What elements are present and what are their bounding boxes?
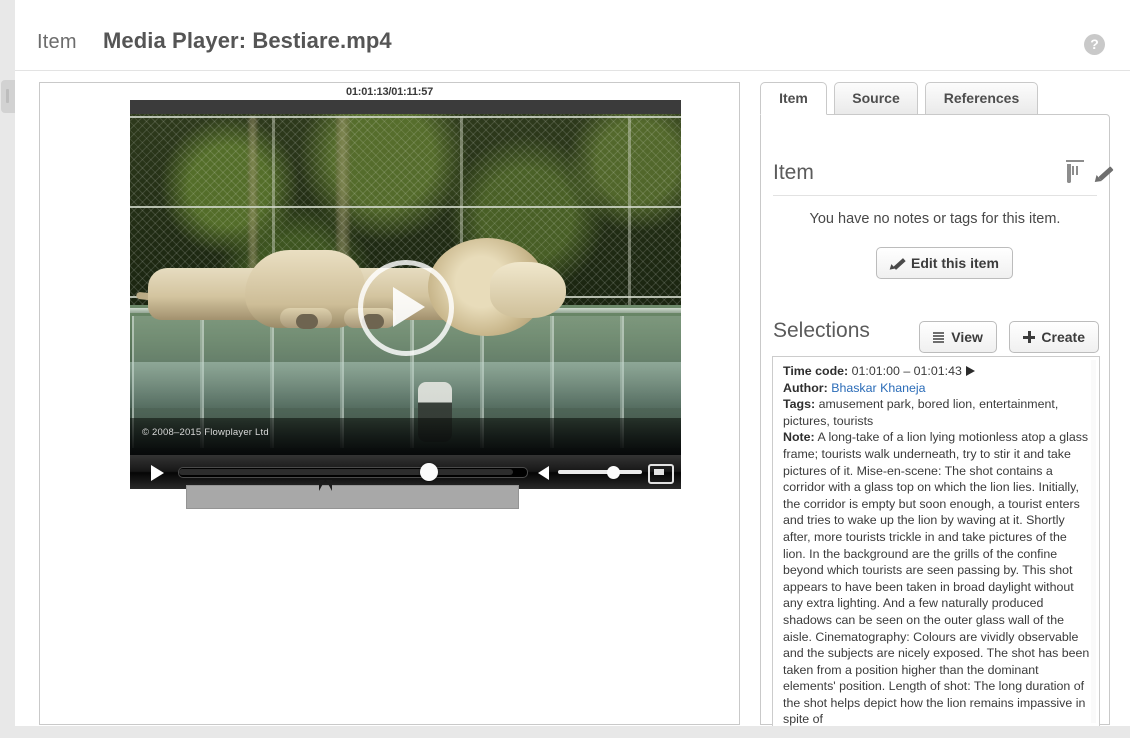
play-selection-icon[interactable] <box>965 366 975 376</box>
tab-panel-item: Item You have no notes or tags for this … <box>760 114 1110 726</box>
right-panel: Item Source References Item You have no … <box>760 82 1110 726</box>
timeline-cursor[interactable] <box>319 480 332 493</box>
tags-value: amusement park, bored lion, entertainmen… <box>783 397 1059 428</box>
item-header-actions <box>1047 164 1095 183</box>
selections-actions: View Create <box>911 321 1099 353</box>
video-stage[interactable]: © 2008–2015 Flowplayer Ltd <box>130 100 681 455</box>
selection-timecode-line: Time code: 01:01:00 – 01:01:43 <box>783 363 1090 380</box>
note-value: A long-take of a lion lying motionless a… <box>783 430 1090 726</box>
selection-entry[interactable]: Time code: 01:01:00 – 01:01:43 Author: B… <box>772 356 1100 726</box>
tab-source[interactable]: Source <box>834 82 918 115</box>
volume-handle[interactable] <box>607 466 620 479</box>
selection-author-line: Author: Bhaskar Khaneja <box>783 380 1090 397</box>
view-selections-button[interactable]: View <box>919 321 997 353</box>
video-top-letterbox <box>130 100 681 114</box>
tab-strip: Item Source References <box>760 82 1110 115</box>
progress-buffer <box>179 469 514 475</box>
note-label: Note: <box>783 430 815 445</box>
pencil-icon <box>890 257 905 270</box>
lion-paw <box>296 314 318 329</box>
timecode-display: 01:01:13/01:11:57 <box>345 86 434 98</box>
author-link[interactable]: Bhaskar Khaneja <box>831 381 925 395</box>
edit-this-item-button[interactable]: Edit this item <box>876 247 1013 279</box>
delete-item-button[interactable] <box>1066 164 1071 183</box>
view-label: View <box>951 329 983 345</box>
play-overlay-button[interactable] <box>357 260 454 356</box>
plus-icon <box>1023 331 1036 343</box>
play-button[interactable] <box>151 465 164 481</box>
divider <box>773 195 1097 196</box>
selection-scrollbar[interactable] <box>1091 360 1096 723</box>
media-panel: 01:01:13/01:11:57 © 2008–2015 Flowplayer… <box>39 82 740 725</box>
flowplayer-watermark: © 2008–2015 Flowplayer Ltd <box>142 427 269 438</box>
tags-label: Tags: <box>783 397 816 412</box>
breadcrumb-item: Item <box>37 31 77 53</box>
edit-this-item-label: Edit this item <box>911 255 999 271</box>
selection-note-line: Note: A long-take of a lion lying motion… <box>783 429 1090 726</box>
create-selection-button[interactable]: Create <box>1009 321 1099 353</box>
list-icon <box>933 332 945 343</box>
fullscreen-button[interactable] <box>648 464 674 484</box>
timeline-strip[interactable] <box>186 485 519 509</box>
trash-icon <box>1066 164 1071 183</box>
timecode-label: Time code: <box>783 364 849 378</box>
tab-item[interactable]: Item <box>760 82 827 115</box>
fence-rail <box>130 116 681 118</box>
progress-handle[interactable] <box>420 463 438 481</box>
selection-tags-line: Tags: amusement park, bored lion, entert… <box>783 396 1090 429</box>
help-icon[interactable]: ? <box>1084 34 1105 55</box>
empty-state-message: You have no notes or tags for this item. <box>809 211 1061 227</box>
left-drawer-handle[interactable] <box>1 80 15 113</box>
application-window: Item Media Player: Bestiare.mp4 ? 01:01:… <box>1 0 1130 726</box>
page-header: Item Media Player: Bestiare.mp4 ? <box>15 0 1130 71</box>
page-title: Media Player: Bestiare.mp4 <box>103 28 392 53</box>
video-player[interactable]: © 2008–2015 Flowplayer Ltd <box>130 100 681 489</box>
lion-head <box>490 262 566 318</box>
player-control-bar <box>130 455 681 489</box>
tab-references[interactable]: References <box>925 82 1038 115</box>
fence-rail <box>130 206 681 208</box>
create-label: Create <box>1041 329 1085 345</box>
progress-slider[interactable] <box>178 467 528 478</box>
timecode-value: 01:01:00 – 01:01:43 <box>851 364 962 378</box>
author-label: Author: <box>783 380 828 395</box>
volume-icon[interactable] <box>538 466 549 480</box>
volume-slider[interactable] <box>558 470 642 474</box>
glass-reflection <box>130 362 681 408</box>
